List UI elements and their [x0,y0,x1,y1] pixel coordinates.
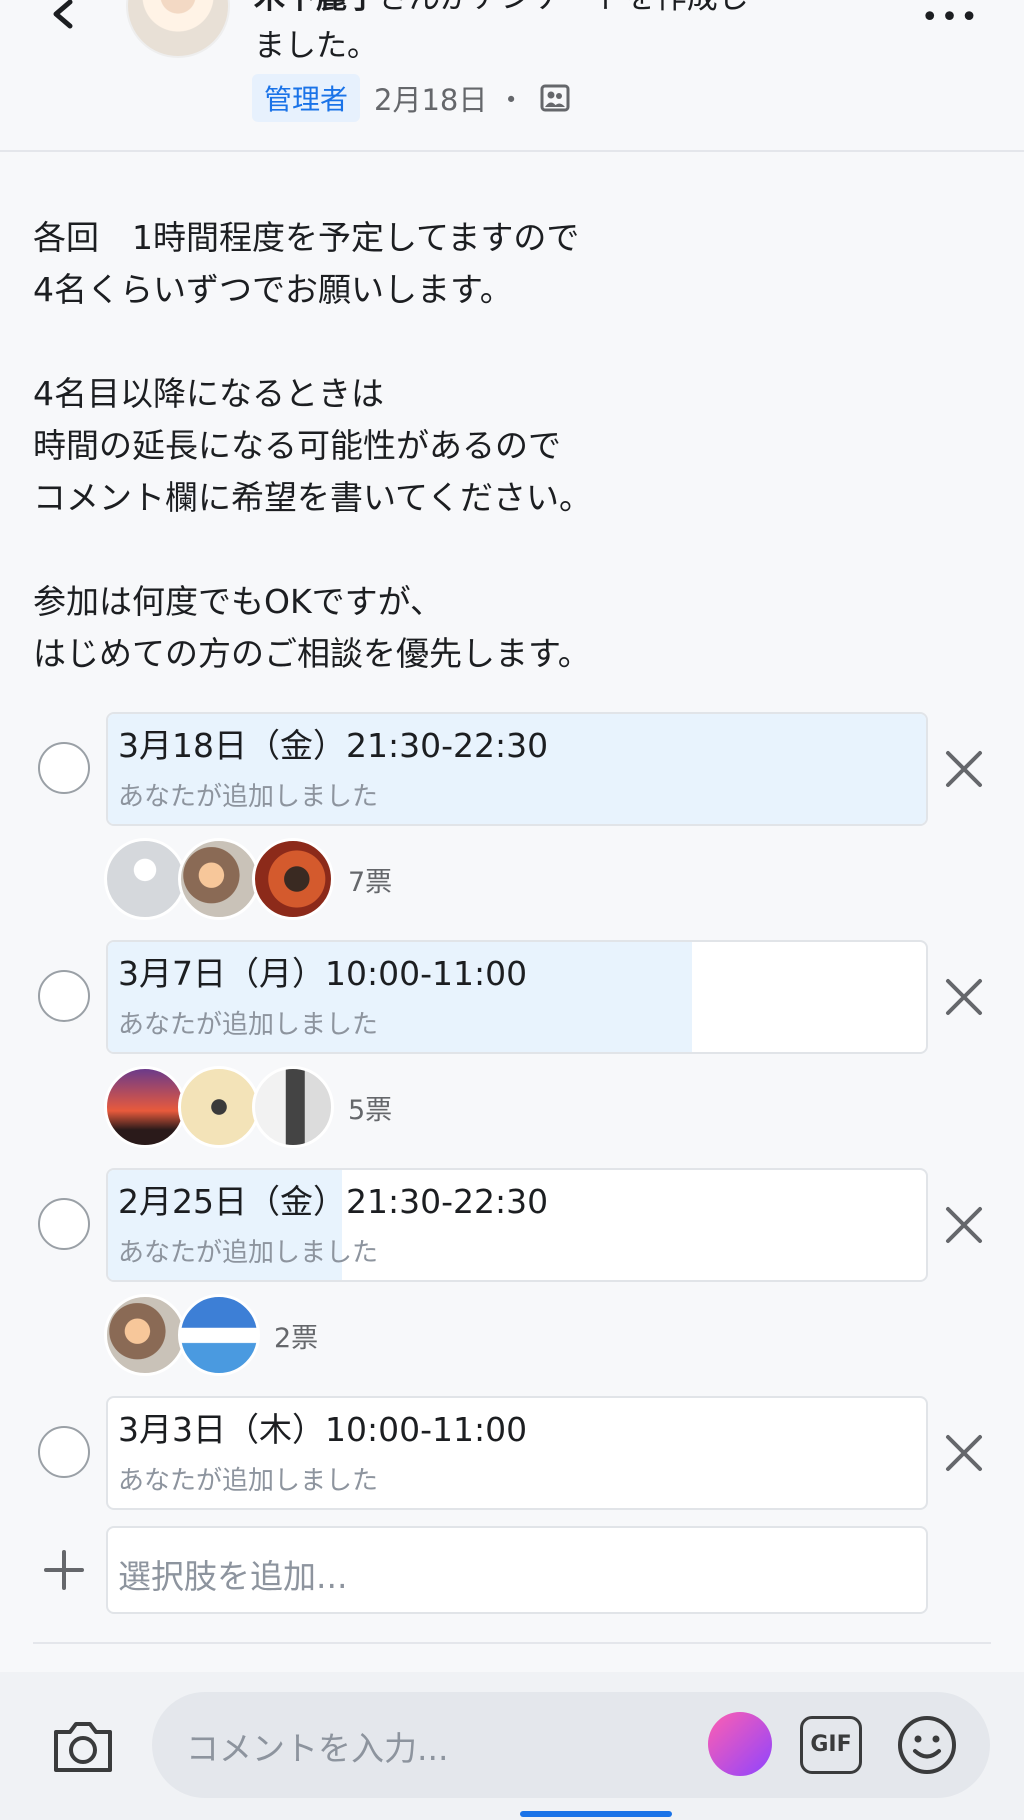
emoji-icon[interactable] [896,1714,958,1776]
camera-icon[interactable] [50,1716,116,1776]
option-added-by: あなたが追加しました [118,1466,379,1496]
post-meta: 管理者 2月18日 ・ [252,74,570,122]
remove-option-button[interactable] [940,1201,988,1249]
voter-avatar[interactable] [104,1066,186,1148]
option-added-by: あなたが追加しました [118,1238,379,1268]
voter-avatar[interactable] [178,1294,260,1376]
close-icon [946,979,982,1015]
voter-list[interactable]: 7票 [104,838,392,920]
voter-avatar[interactable] [252,1066,334,1148]
option-box[interactable]: 3月3日（木）10:00-11:00 あなたが追加しました [106,1396,928,1510]
author-name[interactable]: 木下麗子 [254,0,378,16]
home-indicator [520,1811,672,1817]
close-icon [946,1435,982,1471]
option-radio[interactable] [38,1198,90,1250]
option-label: 3月18日（金）21:30-22:30 [118,726,549,765]
action-text-2: ました。 [254,28,378,64]
group-audience-icon [540,84,570,112]
comment-composer: コメントを入力... GIF [0,1672,1024,1820]
vote-count[interactable]: 2票 [274,1316,318,1355]
plus-icon[interactable] [40,1546,88,1594]
voter-avatar[interactable] [178,838,260,920]
gif-button[interactable]: GIF [800,1716,862,1774]
close-icon [946,751,982,787]
voter-list[interactable]: 5票 [104,1066,392,1148]
chevron-left-icon [53,0,73,29]
voter-avatar[interactable] [252,838,334,920]
divider [33,1642,991,1644]
voter-avatar[interactable] [178,1066,260,1148]
more-options-button[interactable]: ••• [921,0,980,35]
option-box[interactable]: 2月25日（金）21:30-22:30 あなたが追加しました [106,1168,928,1282]
remove-option-button[interactable] [940,1429,988,1477]
option-radio[interactable] [38,1426,90,1478]
voter-list[interactable]: 2票 [104,1294,318,1376]
action-text: さんがアンケートを作成し [378,0,749,16]
comment-placeholder: コメントを入力... [186,1729,449,1768]
add-option-input[interactable]: 選択肢を追加... [106,1526,928,1614]
post-body: 各回 1時間程度を予定してますので 4名くらいずつでお願いします。 4名目以降に… [33,218,593,673]
author-avatar[interactable] [126,0,230,58]
add-option-row: 選択肢を追加... [0,1526,1024,1616]
vote-count[interactable]: 5票 [348,1088,392,1127]
sticker-icon[interactable] [708,1712,772,1776]
post-headline: 木下麗子さんがアンケートを作成し ました。 [254,0,894,70]
voter-avatar[interactable] [104,838,186,920]
voter-avatar[interactable] [104,1294,186,1376]
remove-option-button[interactable] [940,973,988,1021]
role-badge: 管理者 [252,74,361,122]
comment-input[interactable]: コメントを入力... GIF [152,1692,990,1798]
option-box[interactable]: 3月7日（月）10:00-11:00 あなたが追加しました [106,940,928,1054]
option-added-by: あなたが追加しました [118,1010,379,1040]
option-label: 3月3日（木）10:00-11:00 [118,1410,528,1449]
remove-option-button[interactable] [940,745,988,793]
option-added-by: あなたが追加しました [118,782,379,812]
option-box[interactable]: 3月18日（金）21:30-22:30 あなたが追加しました [106,712,928,826]
back-button[interactable] [44,0,84,40]
post-date[interactable]: 2月18日 ・ [374,77,526,119]
option-label: 2月25日（金）21:30-22:30 [118,1182,549,1221]
close-icon [946,1207,982,1243]
vote-count[interactable]: 7票 [348,860,392,899]
option-radio[interactable] [38,970,90,1022]
option-radio[interactable] [38,742,90,794]
post-header: 木下麗子さんがアンケートを作成し ました。 管理者 2月18日 ・ ••• [0,0,1024,152]
option-label: 3月7日（月）10:00-11:00 [118,954,528,993]
